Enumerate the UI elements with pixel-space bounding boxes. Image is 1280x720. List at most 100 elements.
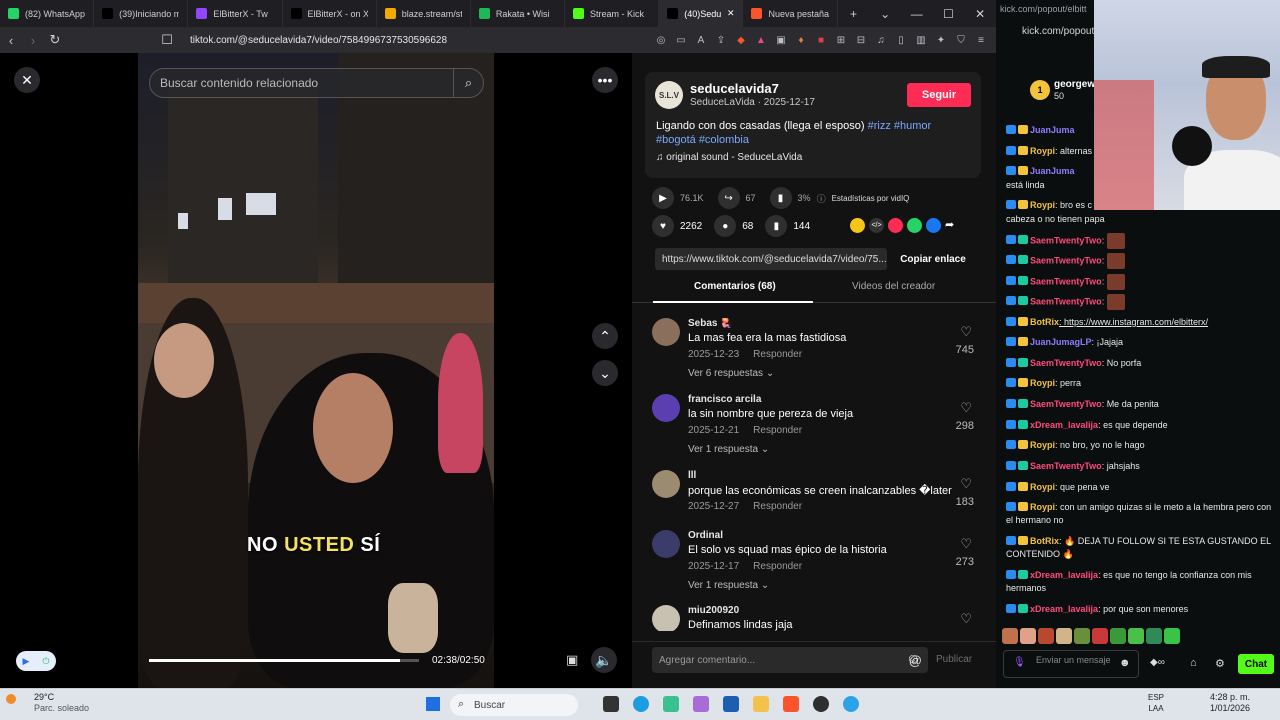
minimize-icon[interactable]: — bbox=[901, 7, 933, 21]
menu-icon[interactable]: ≡ bbox=[974, 34, 988, 46]
cast-icon[interactable]: ▭ bbox=[674, 34, 688, 46]
wallet-icon[interactable]: ▥ bbox=[914, 34, 928, 46]
app-taskbar-icon[interactable] bbox=[813, 696, 829, 712]
play-icon[interactable]: ▶ bbox=[652, 187, 674, 209]
next-video-icon[interactable]: ⌄ bbox=[592, 360, 618, 386]
extension-icon-1[interactable]: ▣ bbox=[774, 34, 788, 46]
chat-username[interactable]: xDream_lavalija bbox=[1030, 570, 1098, 580]
view-replies-button[interactable]: Ver 6 respuestas ⌄ bbox=[688, 368, 774, 378]
reply-button[interactable]: Responder bbox=[753, 501, 802, 512]
leo-icon[interactable]: ✦ bbox=[934, 34, 948, 46]
video-link[interactable]: https://www.tiktok.com/@seducelavida7/vi… bbox=[655, 248, 887, 270]
brave-shield-icon[interactable]: ◆ bbox=[734, 34, 748, 46]
view-replies-button[interactable]: Ver 1 respuesta ⌄ bbox=[688, 580, 769, 590]
chat-username[interactable]: SaemTwentyTwo bbox=[1030, 255, 1102, 265]
extension-toggle[interactable]: ▶ ⏻ bbox=[16, 651, 56, 671]
comment-like-icon[interactable]: ♡ bbox=[960, 400, 972, 416]
chat-username[interactable]: Roypi bbox=[1030, 502, 1055, 512]
hashtags[interactable]: #rizz #humor bbox=[868, 120, 932, 132]
brave-taskbar-icon[interactable] bbox=[783, 696, 799, 712]
embed-icon[interactable]: </> bbox=[869, 218, 884, 233]
chat-username[interactable]: Roypi bbox=[1030, 378, 1055, 388]
chat-emoji-icon[interactable]: ☻ bbox=[1119, 657, 1131, 669]
related-search-input[interactable]: Buscar contenido relacionado ⌕ bbox=[149, 68, 484, 98]
chat-username[interactable]: SaemTwentyTwo bbox=[1030, 399, 1102, 409]
browser-tab[interactable]: ElBitterX - Tw bbox=[188, 0, 283, 27]
extension-icon-4[interactable]: ⊞ bbox=[834, 34, 848, 46]
video-player[interactable] bbox=[138, 53, 494, 688]
browser-tab[interactable]: ElBitterX - on X bbox=[283, 0, 377, 27]
search-icon[interactable]: ⌕ bbox=[453, 69, 483, 97]
creator-username[interactable]: seducelavida7 bbox=[690, 81, 779, 96]
copy-link-button[interactable]: Copiar enlace bbox=[893, 248, 973, 270]
kick-url[interactable]: kick.com/popout/ bbox=[1022, 26, 1097, 37]
tab-comments[interactable]: Comentarios (68) bbox=[694, 281, 776, 292]
chat-username[interactable]: Roypi bbox=[1030, 200, 1055, 210]
creator-avatar[interactable]: S.L.V bbox=[655, 81, 683, 109]
maximize-icon[interactable]: ☐ bbox=[933, 7, 965, 21]
whatsapp-share-icon[interactable] bbox=[907, 218, 922, 233]
store-app-icon[interactable] bbox=[723, 696, 739, 712]
browser-tab[interactable]: Stream - Kick bbox=[565, 0, 660, 27]
close-window-icon[interactable]: ✕ bbox=[964, 7, 996, 21]
extension-icon-2[interactable]: ♦ bbox=[794, 34, 808, 46]
chat-username[interactable]: JuanJuma bbox=[1030, 166, 1075, 176]
chat-username[interactable]: Roypi bbox=[1030, 482, 1055, 492]
commenter-name[interactable]: lll bbox=[688, 470, 696, 481]
commenter-avatar[interactable] bbox=[652, 318, 680, 346]
commenter-name[interactable]: francisco arcila bbox=[688, 394, 761, 405]
volume-icon[interactable]: 🔈 bbox=[591, 647, 617, 673]
commenter-name[interactable]: Sebas 🪼 bbox=[688, 318, 733, 329]
commenter-avatar[interactable] bbox=[652, 530, 680, 558]
emote-icon[interactable] bbox=[1092, 628, 1108, 644]
reply-button[interactable]: Responder bbox=[753, 349, 802, 360]
translate-icon[interactable]: A bbox=[694, 34, 708, 46]
comment-like-icon[interactable]: ♡ bbox=[960, 324, 972, 340]
commenter-name[interactable]: Ordinal bbox=[688, 530, 723, 541]
commenter-avatar[interactable] bbox=[652, 394, 680, 422]
task-view-icon[interactable] bbox=[603, 696, 619, 712]
vpn-icon[interactable]: ⛉ bbox=[954, 34, 968, 46]
chat-username[interactable]: SaemTwentyTwo bbox=[1030, 461, 1102, 471]
heart-icon[interactable]: ♥ bbox=[652, 215, 674, 237]
commenter-avatar[interactable] bbox=[652, 470, 680, 498]
comment-input[interactable]: Agregar comentario... @ bbox=[652, 647, 928, 673]
share-arrow-icon[interactable]: ↪ bbox=[717, 187, 740, 209]
file-explorer-icon[interactable] bbox=[753, 696, 769, 712]
store-icon[interactable]: ⌂ bbox=[1190, 657, 1197, 669]
coin-icon[interactable] bbox=[850, 218, 865, 233]
extension-icon-3[interactable]: ■ bbox=[814, 34, 828, 46]
share-icon[interactable]: ⇪ bbox=[714, 34, 728, 46]
predictions-icon[interactable]: ◆∞ bbox=[1150, 657, 1165, 668]
commenter-name[interactable]: miu200920 bbox=[688, 605, 739, 616]
rewards-icon[interactable]: ▲ bbox=[754, 34, 768, 46]
mute-icon[interactable]: ◎ bbox=[654, 34, 668, 46]
chat-username[interactable]: SaemTwentyTwo bbox=[1030, 358, 1102, 368]
chat-username[interactable]: SaemTwentyTwo bbox=[1030, 296, 1102, 306]
reply-button[interactable]: Responder bbox=[753, 425, 802, 436]
chat-username[interactable]: JuanJuma bbox=[1030, 125, 1075, 135]
taskbar-search[interactable]: Buscar bbox=[450, 694, 578, 716]
comment-like-icon[interactable]: ♡ bbox=[960, 536, 972, 552]
system-clock[interactable]: 4:28 p. m. 1/01/2026 bbox=[1210, 692, 1250, 714]
follow-button[interactable]: Seguir bbox=[907, 83, 971, 107]
extension-icon-5[interactable]: ⊟ bbox=[854, 34, 868, 46]
reload-icon[interactable]: ↻ bbox=[44, 32, 66, 48]
emote-icon[interactable] bbox=[1056, 628, 1072, 644]
new-tab-icon[interactable]: + bbox=[838, 7, 870, 21]
more-share-icon[interactable]: ➦ bbox=[945, 218, 960, 233]
publish-button[interactable]: Publicar bbox=[936, 654, 972, 665]
stats-icon[interactable]: ▮ bbox=[769, 187, 792, 209]
close-icon[interactable]: ✕ bbox=[14, 67, 40, 93]
telegram-icon[interactable] bbox=[843, 696, 859, 712]
chevron-down-icon[interactable]: ⌄ bbox=[869, 7, 901, 21]
emote-icon[interactable] bbox=[1020, 628, 1036, 644]
browser-tab[interactable]: (82) WhatsApp bbox=[0, 0, 95, 27]
hashtags[interactable]: #bogotá #colombia bbox=[656, 134, 749, 146]
send-icon[interactable] bbox=[888, 218, 903, 233]
browser-tab[interactable]: (40)Sedu ✕ bbox=[659, 0, 744, 27]
sound-link[interactable]: ♫ original sound - SeduceLaVida bbox=[656, 152, 802, 163]
chat-username[interactable]: Roypi bbox=[1030, 146, 1055, 156]
bookmark-save-icon[interactable]: ▮ bbox=[765, 215, 788, 237]
language-indicator[interactable]: ESP LAA bbox=[1148, 692, 1164, 714]
